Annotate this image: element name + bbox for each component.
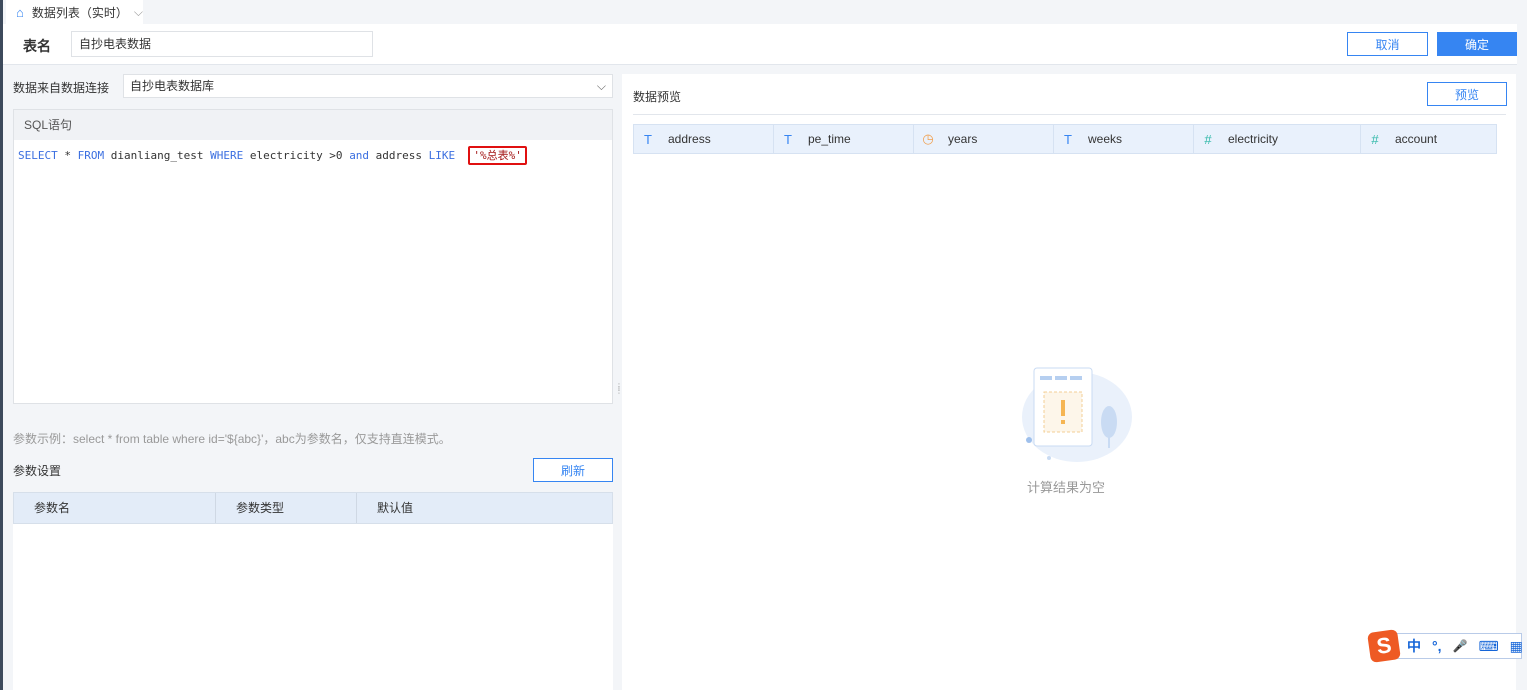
microphone-icon[interactable]: 🎤 bbox=[1453, 639, 1468, 653]
column-years: ◷ years bbox=[914, 125, 1054, 153]
column-header: 参数类型 bbox=[216, 493, 357, 523]
data-source-select[interactable]: 自抄电表数据库 ⌵ bbox=[123, 74, 613, 98]
text-type-icon: T bbox=[1064, 131, 1072, 147]
param-settings-label: 参数设置 bbox=[13, 464, 62, 478]
table-name-label: 表名 bbox=[23, 38, 51, 54]
tab-bar: ⌂ 数据列表（实时） ⌵ bbox=[3, 0, 1527, 24]
sql-text: dianliang_test bbox=[104, 149, 211, 162]
data-source-value: 自抄电表数据库 bbox=[130, 79, 215, 93]
preview-button[interactable]: 预览 bbox=[1427, 82, 1507, 106]
number-type-icon: # bbox=[1204, 131, 1212, 147]
empty-text: 计算结果为空 bbox=[1027, 480, 1106, 495]
column-address: Taddress bbox=[634, 125, 774, 153]
sql-text: electricity >0 bbox=[243, 149, 350, 162]
sql-editor[interactable]: SQL语句 SELECT * FROM dianliang_test WHERE… bbox=[13, 109, 613, 404]
sql-keyword: FROM bbox=[77, 149, 105, 162]
column-account: # account bbox=[1361, 125, 1496, 153]
column-name: address bbox=[668, 132, 711, 146]
header: 表名 自抄电表数据 取消 确定 bbox=[3, 24, 1527, 65]
sql-header: SQL语句 bbox=[14, 110, 612, 140]
ime-language-toggle[interactable]: 中 bbox=[1407, 636, 1421, 656]
cancel-button[interactable]: 取消 bbox=[1347, 32, 1428, 56]
scrollbar[interactable] bbox=[1517, 24, 1527, 690]
column-pe-time: Tpe_time bbox=[774, 125, 914, 153]
sql-keyword: WHERE bbox=[210, 149, 244, 162]
sql-text: * bbox=[57, 149, 78, 162]
sogou-logo-icon[interactable]: S bbox=[1367, 629, 1401, 663]
column-name: account bbox=[1395, 132, 1438, 146]
confirm-button[interactable]: 确定 bbox=[1437, 32, 1517, 56]
table-name-input[interactable]: 自抄电表数据 bbox=[71, 31, 373, 57]
query-panel: 数据来自数据连接 自抄电表数据库 ⌵ SQL语句 SELECT * FROM d… bbox=[3, 65, 615, 690]
sql-keyword: and bbox=[349, 149, 370, 162]
chevron-down-icon: ⌵ bbox=[596, 79, 606, 93]
sql-text: address bbox=[369, 149, 429, 162]
preview-columns: Taddress Tpe_time ◷ years Tweeks # electri… bbox=[633, 124, 1497, 154]
param-table-header: 参数名 参数类型 默认值 bbox=[13, 492, 613, 524]
sql-keyword: SELECT bbox=[18, 149, 58, 162]
divider bbox=[633, 114, 1506, 115]
sql-code[interactable]: SELECT * FROM dianliang_test WHERE elect… bbox=[14, 140, 612, 170]
home-icon: ⌂ bbox=[16, 4, 24, 20]
ime-toolbar[interactable]: S 中 °, 🎤 ⌨ ▦ bbox=[1367, 629, 1523, 663]
tab-data-list[interactable]: ⌂ 数据列表（实时） ⌵ bbox=[6, 0, 143, 24]
param-table: 参数名 参数类型 默认值 bbox=[13, 492, 613, 690]
number-type-icon: # bbox=[1371, 131, 1379, 147]
text-type-icon: T bbox=[644, 131, 652, 147]
menu-grid-icon[interactable]: ▦ bbox=[1510, 638, 1523, 655]
param-hint: 参数示例：select * from table where id='${abc… bbox=[13, 432, 451, 446]
column-electricity: # electricity bbox=[1194, 125, 1361, 153]
sql-string-highlight: '%总表%' bbox=[468, 146, 527, 165]
text-type-icon: T bbox=[784, 131, 792, 147]
chevron-down-icon[interactable]: ⌵ bbox=[134, 5, 143, 20]
column-header: 默认值 bbox=[377, 501, 414, 515]
sql-keyword: LIKE bbox=[428, 149, 456, 162]
tab-title: 数据列表（实时） bbox=[31, 5, 128, 20]
ime-punctuation-icon[interactable]: °, bbox=[1432, 638, 1442, 654]
column-header: 参数名 bbox=[14, 493, 216, 523]
refresh-button[interactable]: 刷新 bbox=[533, 458, 613, 482]
data-source-label: 数据来自数据连接 bbox=[13, 81, 110, 95]
column-weeks: Tweeks bbox=[1054, 125, 1194, 153]
empty-illustration bbox=[1007, 362, 1137, 470]
column-name: electricity bbox=[1228, 132, 1279, 146]
column-name: years bbox=[948, 132, 978, 146]
preview-title: 数据预览 bbox=[633, 90, 682, 104]
column-name: pe_time bbox=[808, 132, 851, 146]
preview-panel: 数据预览 预览 Taddress Tpe_time ◷ years Tweeks … bbox=[622, 74, 1516, 690]
column-name: weeks bbox=[1088, 132, 1123, 146]
keyboard-icon[interactable]: ⌨ bbox=[1478, 638, 1498, 655]
clock-icon: ◷ bbox=[922, 131, 934, 146]
